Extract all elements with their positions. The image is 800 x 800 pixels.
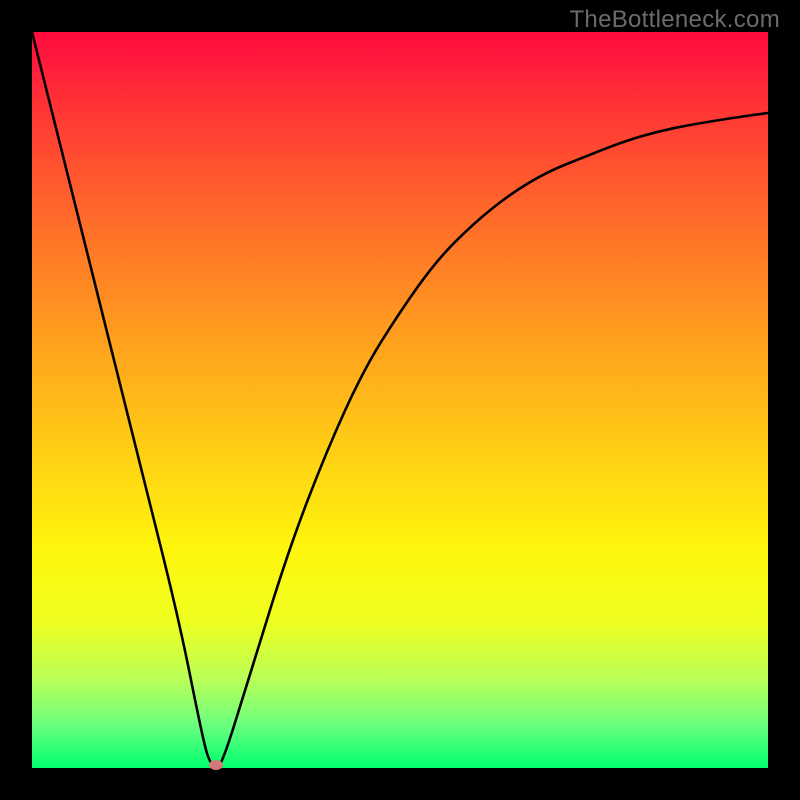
minimum-marker: [209, 760, 223, 770]
chart-frame: TheBottleneck.com: [0, 0, 800, 800]
bottleneck-curve: [32, 32, 768, 768]
plot-area: [32, 32, 768, 768]
watermark-text: TheBottleneck.com: [569, 6, 780, 34]
